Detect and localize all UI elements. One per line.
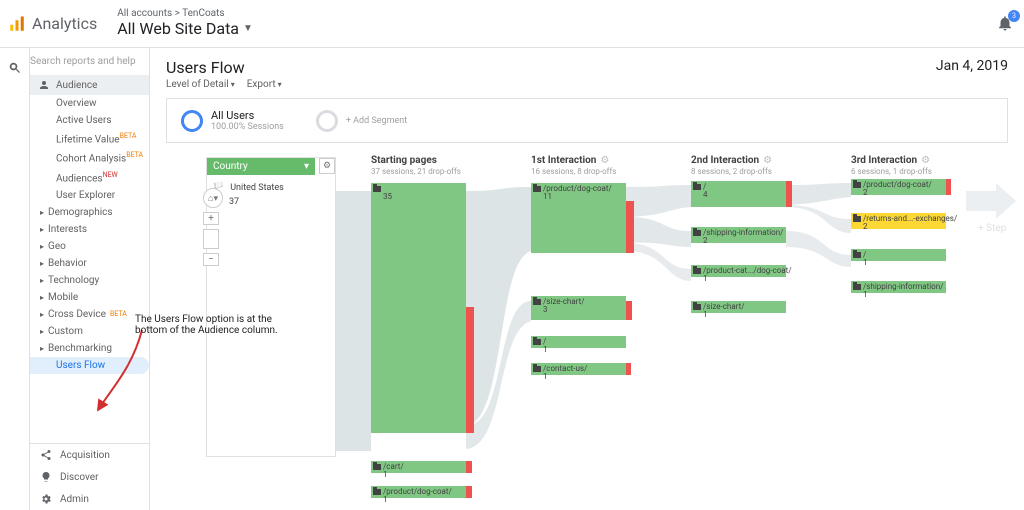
page-title: Users Flow (166, 58, 282, 77)
sidebar-item-cohort-analysis[interactable]: Cohort AnalysisBETA (30, 148, 149, 167)
zoom-out-button[interactable]: − (203, 253, 219, 266)
add-step-link[interactable]: + Step (978, 223, 1006, 234)
sidebar-item-acquisition[interactable]: Acquisition (30, 444, 149, 466)
sidebar-item-lifetime-value[interactable]: Lifetime ValueBETA (30, 129, 149, 148)
annotation-text: The Users Flow option is at the bottom o… (135, 314, 285, 336)
account-path: All accounts > TenCoats (117, 9, 253, 19)
sidebar-cat-technology[interactable]: Technology (30, 272, 149, 289)
sidebar-item-discover[interactable]: Discover (30, 466, 149, 488)
dimension-selector[interactable]: Country▾ (207, 158, 315, 175)
icon-rail (0, 48, 30, 510)
flow-node[interactable]: /size-chart/1 (693, 303, 745, 319)
sidebar-cat-behavior[interactable]: Behavior (30, 255, 149, 272)
brand-label: Analytics (32, 14, 97, 33)
flow-node[interactable]: /cart/1 (373, 463, 404, 479)
sidebar-item-admin[interactable]: Admin (30, 488, 149, 510)
account-view: All Web Site Data (117, 19, 239, 38)
sidebar-item-active-users[interactable]: Active Users (30, 112, 149, 129)
dimension-panel: Country▾ ⚙ 🏳️ United States 37 ⌂▾ + − (206, 157, 336, 457)
main-content: Users Flow Level of Detail Export Jan 4,… (150, 48, 1024, 510)
segment-all-users[interactable]: All Users 100.00% Sessions (173, 105, 292, 136)
add-segment-button[interactable]: + Add Segment (308, 106, 415, 136)
sidebar-cat-geo[interactable]: Geo (30, 238, 149, 255)
flow-node[interactable]: /shipping-information/2 (693, 229, 783, 245)
sidebar-cat-mobile[interactable]: Mobile (30, 289, 149, 306)
sidebar: Search reports and help Audience Overvie… (30, 48, 150, 510)
sidebar-section-audience[interactable]: Audience (30, 75, 149, 95)
analytics-icon (8, 15, 26, 33)
flow-node[interactable]: /product/dog-coat/1 (373, 488, 452, 504)
sidebar-item-user-explorer[interactable]: User Explorer (30, 187, 149, 204)
sidebar-cat-demographics[interactable]: Demographics (30, 204, 149, 221)
annotation-arrow (92, 328, 152, 418)
sidebar-cat-interests[interactable]: Interests (30, 221, 149, 238)
level-of-detail-menu[interactable]: Level of Detail (166, 79, 235, 90)
flow-node[interactable]: /4 (693, 183, 708, 199)
users-flow-chart[interactable]: Country▾ ⚙ 🏳️ United States 37 ⌂▾ + − St… (166, 151, 1024, 510)
flow-node[interactable]: /size-chart/3 (533, 298, 585, 314)
dimension-row[interactable]: 🏳️ United States (207, 181, 335, 195)
sidebar-footer: Acquisition Discover Admin (30, 443, 149, 510)
flow-node[interactable]: /returns-and...-exchanges/2 (853, 215, 957, 231)
notif-badge: 3 (1008, 10, 1020, 22)
segment-bar: All Users 100.00% Sessions + Add Segment (166, 98, 1008, 143)
chevron-down-icon: ▼ (243, 23, 253, 34)
notifications-button[interactable]: 3 (996, 14, 1016, 34)
person-icon (38, 79, 50, 91)
flow-node[interactable]: /product-cat.../dog-coat/1 (693, 267, 792, 283)
sidebar-cat-cross-device[interactable]: Cross DeviceBETA (30, 306, 149, 323)
home-button[interactable]: ⌂▾ (203, 188, 223, 208)
search-input[interactable]: Search reports and help (30, 52, 149, 75)
flow-node[interactable]: /shipping-information/1 (853, 283, 943, 299)
flow-node[interactable]: 35 (373, 185, 392, 201)
date-range[interactable]: Jan 4, 2019 (936, 58, 1008, 74)
dimension-row-value: 37 (207, 195, 335, 209)
search-icon[interactable] (8, 60, 22, 79)
segment-circle-icon (316, 110, 338, 132)
sidebar-item-overview[interactable]: Overview (30, 95, 149, 112)
gear-icon (40, 493, 52, 505)
flow-node[interactable]: /product/dog-coat/2 (853, 181, 932, 197)
export-menu[interactable]: Export (247, 79, 282, 90)
sidebar-item-audiences[interactable]: AudiencesNEW (30, 168, 149, 187)
analytics-logo[interactable]: Analytics (8, 14, 97, 33)
top-bar: Analytics All accounts > TenCoats All We… (0, 0, 1024, 48)
account-switcher[interactable]: All accounts > TenCoats All Web Site Dat… (117, 9, 253, 38)
flow-node[interactable]: /1 (853, 251, 868, 267)
share-icon (40, 449, 52, 461)
chevron-down-icon: ▾ (304, 161, 309, 172)
flow-node[interactable]: /product/dog-coat/11 (533, 185, 612, 201)
dimension-settings[interactable]: ⚙ (319, 158, 335, 174)
flow-node[interactable]: /1 (533, 338, 548, 354)
zoom-slider[interactable] (203, 229, 219, 249)
flow-node[interactable]: /contact-us/1 (533, 365, 587, 381)
zoom-in-button[interactable]: + (203, 212, 219, 225)
bulb-icon (40, 471, 52, 483)
segment-circle-icon (181, 110, 203, 132)
